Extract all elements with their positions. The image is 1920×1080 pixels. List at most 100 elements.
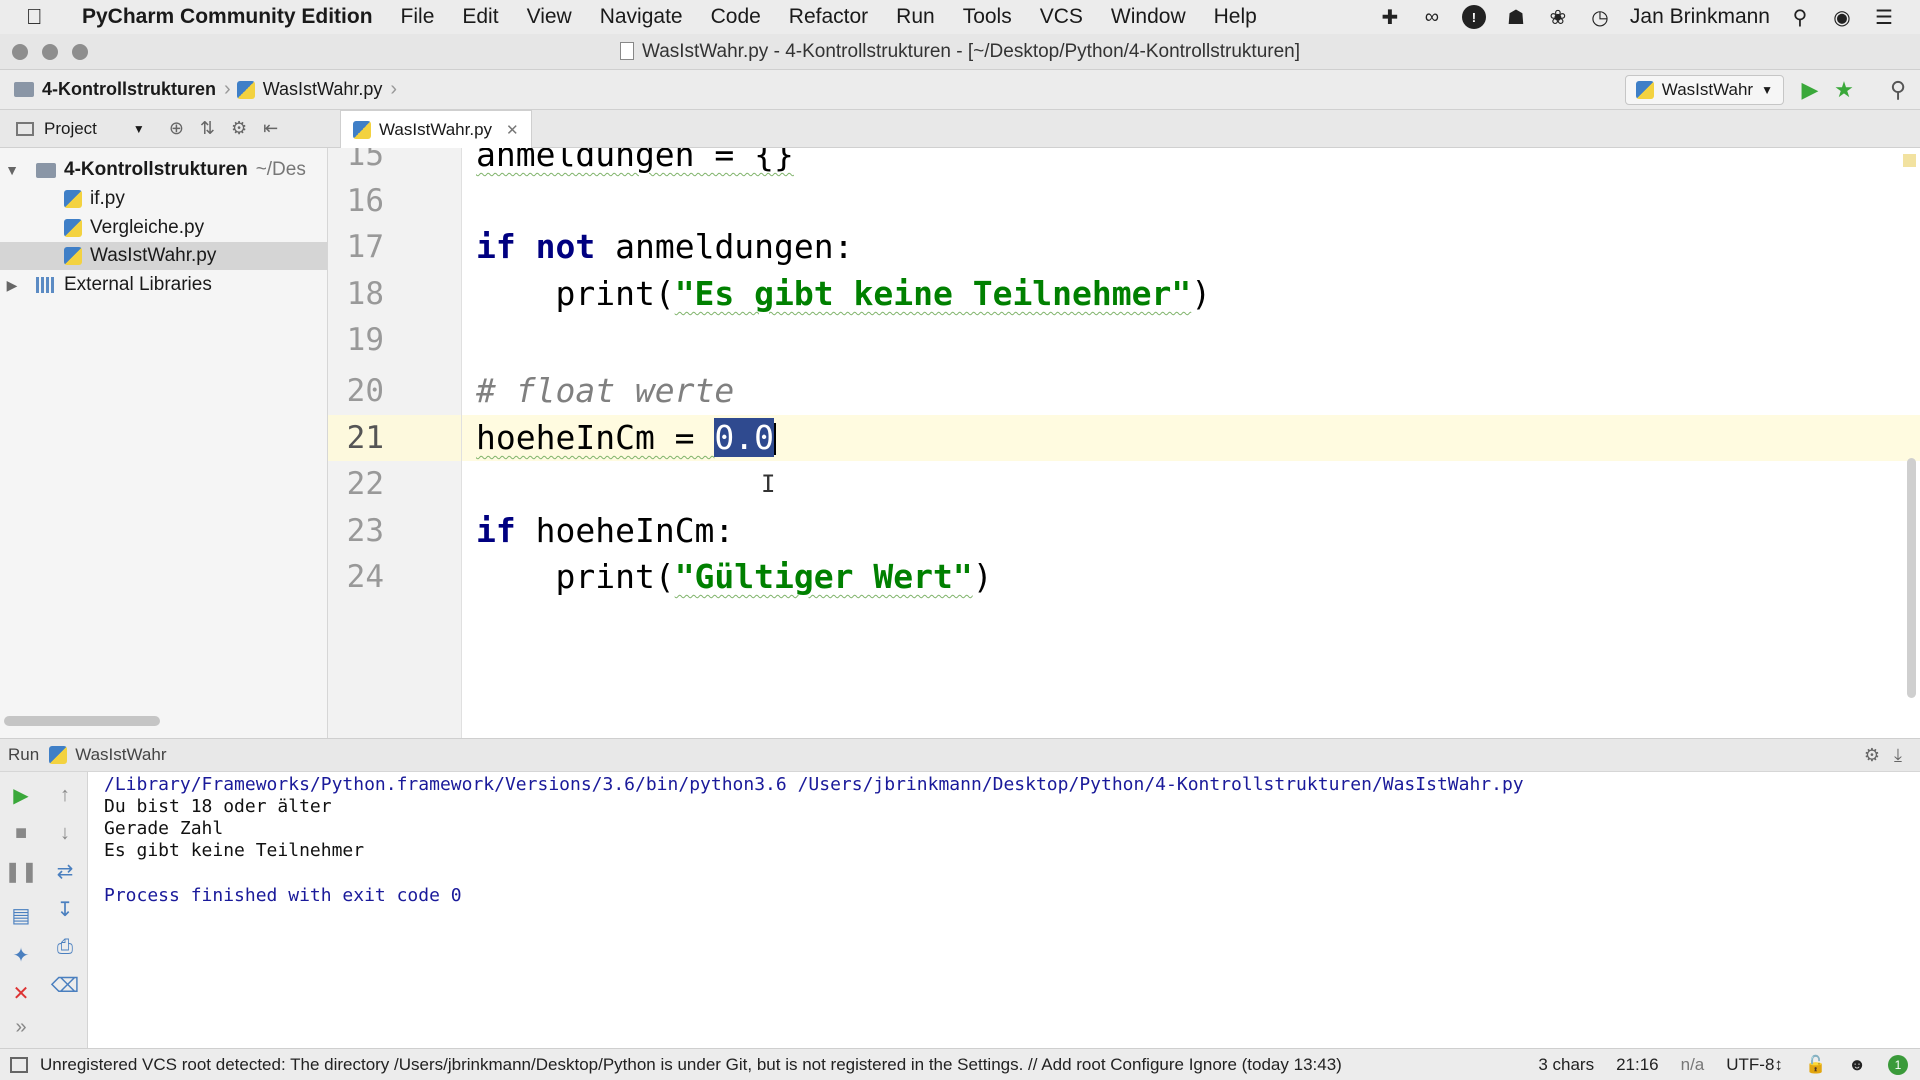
tree-file-label: Vergleiche.py xyxy=(90,217,205,238)
ghost-icon[interactable]: ☗ xyxy=(1504,5,1528,29)
editor-tab-bar: WasIstWahr.py ✕ xyxy=(328,110,1920,148)
trash-icon[interactable]: ⌫ xyxy=(50,970,80,1000)
menu-view[interactable]: View xyxy=(513,5,586,29)
event-log-badge[interactable]: 1 xyxy=(1888,1054,1908,1075)
menubar-status-area: ✚ ∞ ! ☗ ❀ ◷ Jan Brinkmann ⚲ ◉ ☰ xyxy=(1378,5,1920,29)
scroll-to-end-icon[interactable]: ↧ xyxy=(50,894,80,924)
run-button[interactable]: ▶ xyxy=(1796,76,1824,104)
horizontal-scrollbar[interactable] xyxy=(4,716,160,726)
notification-center-icon[interactable]: ☰ xyxy=(1872,5,1896,29)
breadcrumb-project[interactable]: 4-Kontrollstrukturen › xyxy=(0,78,237,101)
gear-icon[interactable]: ⚙ xyxy=(1864,745,1880,766)
expand-arrow-icon[interactable]: ▶ xyxy=(2,277,22,294)
console-line: Process finished with exit code 0 xyxy=(104,885,462,906)
folder-icon xyxy=(36,162,56,178)
project-panel-header: Project ▼ ⊕ ⇅ ⚙ ⇤ xyxy=(0,110,328,148)
debug-bug-icon[interactable]: ★ xyxy=(1830,76,1858,104)
keyword-not: not xyxy=(535,227,596,266)
search-icon[interactable]: ⚲ xyxy=(1788,5,1812,29)
tree-file-wasistwahr[interactable]: WasIstWahr.py xyxy=(0,242,327,270)
tree-file-if[interactable]: if.py xyxy=(64,185,125,213)
run-config-selector[interactable]: WasIstWahr ▼ xyxy=(1624,75,1784,105)
hide-panel-icon[interactable]: ⇤ xyxy=(263,118,278,139)
tree-external-libraries[interactable]: ▶ External Libraries xyxy=(0,271,212,299)
leaf-icon[interactable]: ❀ xyxy=(1546,5,1570,29)
line-number: 24 xyxy=(346,559,384,595)
window-titlebar: WasIstWahr.py - 4-Kontrollstrukturen - [… xyxy=(0,34,1920,70)
collapse-all-icon[interactable]: ⇅ xyxy=(200,118,215,139)
close-icon[interactable]: ✕ xyxy=(6,978,36,1008)
menu-tools[interactable]: Tools xyxy=(949,5,1026,29)
close-icon[interactable]: ✕ xyxy=(506,121,519,139)
stop-icon[interactable]: ■ xyxy=(6,818,36,848)
tree-external-label: External Libraries xyxy=(64,274,212,295)
tree-file-vergleiche[interactable]: Vergleiche.py xyxy=(64,214,204,242)
siri-icon[interactable]: ◉ xyxy=(1830,5,1854,29)
menu-refactor[interactable]: Refactor xyxy=(775,5,882,29)
tree-root-folder[interactable]: ▼ 4-Kontrollstrukturen ~/Des xyxy=(0,156,306,184)
menu-run[interactable]: Run xyxy=(882,5,949,29)
lock-icon[interactable]: 🔓 xyxy=(1805,1055,1826,1075)
locate-target-icon[interactable]: ⊕ xyxy=(169,118,184,139)
python-file-icon xyxy=(1635,81,1654,99)
time-machine-icon[interactable]: ◷ xyxy=(1588,5,1612,29)
inspector-icon[interactable]: ☻ xyxy=(1848,1055,1866,1075)
caret-position[interactable]: 21:16 xyxy=(1616,1055,1659,1075)
library-icon xyxy=(36,277,56,293)
code-editor[interactable]: anmeldungen = {} if not anmeldungen: pri… xyxy=(462,148,1920,738)
line-separator[interactable]: n/a xyxy=(1681,1055,1705,1075)
print-icon[interactable]: ⎙ xyxy=(50,932,80,962)
pause-icon[interactable]: ❚❚ xyxy=(4,856,38,886)
gear-icon[interactable]: ⚙ xyxy=(231,118,247,139)
line-number: 17 xyxy=(346,229,384,265)
breadcrumb-project-label: 4-Kontrollstrukturen xyxy=(42,79,217,99)
rerun-icon[interactable]: ▶ xyxy=(6,780,36,810)
line-number: 19 xyxy=(346,322,384,358)
run-config-name[interactable]: WasIstWahr xyxy=(75,745,166,765)
chevron-right-icon: › xyxy=(390,78,398,100)
expand-arrow-icon[interactable]: ▼ xyxy=(2,162,22,178)
file-encoding[interactable]: UTF-8↕ xyxy=(1726,1055,1783,1075)
line-number-current: 21 xyxy=(346,420,384,456)
status-message[interactable]: Unregistered VCS root detected: The dire… xyxy=(40,1055,1342,1075)
project-view-icon xyxy=(16,121,34,136)
breadcrumb-file[interactable]: WasIstWahr.py › xyxy=(236,78,403,101)
soft-wrap-icon[interactable]: ⇄ xyxy=(50,856,80,886)
password-icon[interactable]: ! xyxy=(1461,5,1486,29)
search-everywhere-icon[interactable]: ⚲ xyxy=(1884,76,1912,104)
toggle-tool-windows-icon[interactable] xyxy=(10,1056,28,1073)
app-menu[interactable]: PyCharm Community Edition xyxy=(82,5,373,29)
python-file-icon xyxy=(353,120,371,139)
vertical-scrollbar[interactable] xyxy=(1907,458,1916,698)
user-menu[interactable]: Jan Brinkmann xyxy=(1630,5,1770,29)
menu-code[interactable]: Code xyxy=(697,5,775,29)
chevron-down-icon: ▼ xyxy=(1761,83,1773,97)
status-bar: Unregistered VCS root detected: The dire… xyxy=(0,1048,1920,1080)
chevron-down-icon[interactable]: ▼ xyxy=(133,122,145,136)
layout-icon[interactable]: ▤ xyxy=(6,900,36,930)
apple-icon[interactable]:  xyxy=(26,4,64,30)
plus-icon[interactable]: ✚ xyxy=(1378,5,1402,29)
run-panel-label[interactable]: Run xyxy=(8,745,39,765)
pin-icon[interactable]: ✦ xyxy=(6,940,36,970)
more-icon[interactable]: » xyxy=(6,1012,36,1042)
arrow-down-icon[interactable]: ↓ xyxy=(50,818,80,848)
menu-vcs[interactable]: VCS xyxy=(1026,5,1097,29)
string-literal: "Es gibt keine Teilnehmer" xyxy=(674,274,1192,313)
project-view-selector[interactable]: Project xyxy=(44,119,97,139)
console-line: Gerade Zahl xyxy=(104,818,224,839)
tab-wasistwahr[interactable]: WasIstWahr.py ✕ xyxy=(340,110,532,148)
hide-panel-icon[interactable]: ⤓ xyxy=(1894,745,1902,766)
menu-help[interactable]: Help xyxy=(1200,5,1271,29)
menu-edit[interactable]: Edit xyxy=(448,5,512,29)
keyword-if: if xyxy=(476,227,516,266)
code-line-21: hoeheInCm = 0.0 xyxy=(476,415,775,461)
run-console[interactable]: /Library/Frameworks/Python.framework/Ver… xyxy=(88,772,1920,1048)
line-number: 23 xyxy=(346,513,384,549)
menu-window[interactable]: Window xyxy=(1097,5,1200,29)
warning-marker-icon[interactable] xyxy=(1903,154,1916,167)
menu-file[interactable]: File xyxy=(387,5,449,29)
menu-navigate[interactable]: Navigate xyxy=(586,5,697,29)
creative-cloud-icon[interactable]: ∞ xyxy=(1420,5,1444,29)
arrow-up-icon[interactable]: ↑ xyxy=(50,780,80,810)
